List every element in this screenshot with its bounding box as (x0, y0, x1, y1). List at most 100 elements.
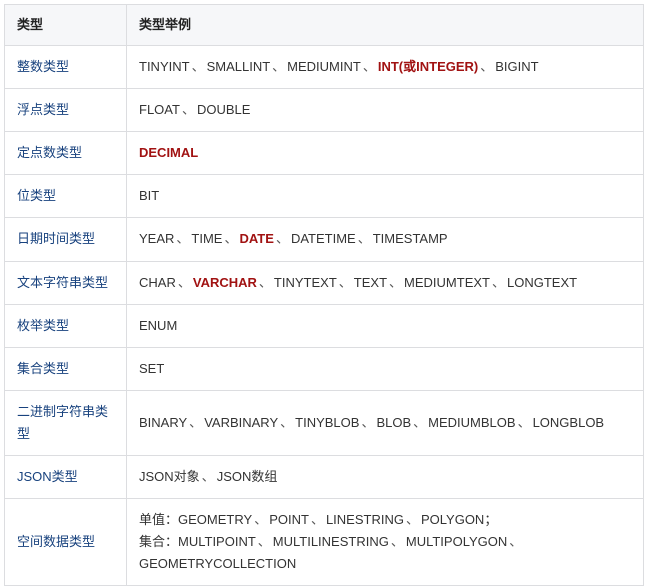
type-example: MEDIUMTEXT (404, 275, 490, 290)
separator: 、 (359, 415, 376, 430)
type-example: SMALLINT (207, 59, 271, 74)
type-example: MULTIPOINT (178, 534, 256, 549)
group-suffix: ； (484, 512, 497, 527)
type-name: 集合类型 (5, 347, 127, 390)
type-examples: YEAR、TIME、DATE、DATETIME、TIMESTAMP (127, 218, 644, 261)
type-name: 整数类型 (5, 46, 127, 89)
type-name: 定点数类型 (5, 132, 127, 175)
group-prefix: 单值： (139, 512, 178, 527)
table-header-row: 类型 类型举例 (5, 5, 644, 46)
type-example: LINESTRING (326, 512, 404, 527)
type-example: VARBINARY (204, 415, 278, 430)
type-example: JSON对象 (139, 469, 200, 484)
group-prefix: 集合： (139, 534, 178, 549)
type-name: 日期时间类型 (5, 218, 127, 261)
type-example: DOUBLE (197, 102, 250, 117)
type-example: MEDIUMBLOB (428, 415, 515, 430)
type-example: DECIMAL (139, 145, 198, 160)
separator: 、 (200, 469, 217, 484)
example-group: 集合：MULTIPOINT、MULTILINESTRING、MULTIPOLYG… (139, 531, 631, 575)
separator: 、 (176, 275, 193, 290)
type-example: ENUM (139, 318, 177, 333)
type-examples: TINYINT、SMALLINT、MEDIUMINT、INT(或INTEGER)… (127, 46, 644, 89)
type-example: SET (139, 361, 164, 376)
separator: 、 (174, 231, 191, 246)
header-examples: 类型举例 (127, 5, 644, 46)
type-example: DATETIME (291, 231, 356, 246)
separator: 、 (516, 415, 533, 430)
separator: 、 (257, 275, 274, 290)
type-example: YEAR (139, 231, 174, 246)
separator: 、 (361, 59, 378, 74)
type-example: TIME (191, 231, 222, 246)
type-example: MULTIPOLYGON (406, 534, 507, 549)
type-examples: JSON对象、JSON数组 (127, 456, 644, 499)
separator: 、 (252, 512, 269, 527)
separator: 、 (256, 534, 273, 549)
type-example: TINYINT (139, 59, 190, 74)
separator: 、 (356, 231, 373, 246)
table-row: JSON类型JSON对象、JSON数组 (5, 456, 644, 499)
type-example: INT(或INTEGER) (378, 59, 478, 74)
type-example: POINT (269, 512, 309, 527)
type-example: BINARY (139, 415, 187, 430)
type-name: 枚举类型 (5, 304, 127, 347)
separator: 、 (270, 59, 287, 74)
type-name: 二进制字符串类型 (5, 390, 127, 455)
separator: 、 (411, 415, 428, 430)
types-table: 类型 类型举例 整数类型TINYINT、SMALLINT、MEDIUMINT、I… (4, 4, 644, 586)
type-name: 浮点类型 (5, 89, 127, 132)
table-row: 文本字符串类型CHAR、VARCHAR、TINYTEXT、TEXT、MEDIUM… (5, 261, 644, 304)
example-group: 单值：GEOMETRY、POINT、LINESTRING、POLYGON； (139, 509, 631, 531)
type-example: BIGINT (495, 59, 538, 74)
type-example: TINYBLOB (295, 415, 359, 430)
type-example: CHAR (139, 275, 176, 290)
type-example: TINYTEXT (274, 275, 337, 290)
type-example: BLOB (376, 415, 411, 430)
separator: 、 (222, 231, 239, 246)
type-example: BIT (139, 188, 159, 203)
type-example: MULTILINESTRING (273, 534, 389, 549)
separator: 、 (490, 275, 507, 290)
type-example: GEOMETRYCOLLECTION (139, 556, 296, 571)
separator: 、 (337, 275, 354, 290)
type-name: 文本字符串类型 (5, 261, 127, 304)
table-row: 集合类型 SET (5, 347, 644, 390)
type-example: JSON数组 (217, 469, 278, 484)
type-examples: BIT (127, 175, 644, 218)
separator: 、 (309, 512, 326, 527)
table-row: 二进制字符串类型BINARY、VARBINARY、TINYBLOB、BLOB、M… (5, 390, 644, 455)
table-row: 空间数据类型单值：GEOMETRY、POINT、LINESTRING、POLYG… (5, 499, 644, 586)
separator: 、 (387, 275, 404, 290)
type-example: TEXT (354, 275, 387, 290)
table-row: 整数类型TINYINT、SMALLINT、MEDIUMINT、INT(或INTE… (5, 46, 644, 89)
type-example: TIMESTAMP (373, 231, 448, 246)
type-examples: SET (127, 347, 644, 390)
type-example: LONGTEXT (507, 275, 577, 290)
separator: 、 (404, 512, 421, 527)
table-row: 浮点类型FLOAT、DOUBLE (5, 89, 644, 132)
table-row: 定点数类型 DECIMAL (5, 132, 644, 175)
separator: 、 (389, 534, 406, 549)
separator: 、 (187, 415, 204, 430)
types-table-wrapper: 类型 类型举例 整数类型TINYINT、SMALLINT、MEDIUMINT、I… (0, 0, 648, 586)
separator: 、 (278, 415, 295, 430)
separator: 、 (478, 59, 495, 74)
type-example: POLYGON (421, 512, 484, 527)
type-examples: CHAR、VARCHAR、TINYTEXT、TEXT、MEDIUMTEXT、LO… (127, 261, 644, 304)
type-example: GEOMETRY (178, 512, 252, 527)
type-examples: 单值：GEOMETRY、POINT、LINESTRING、POLYGON；集合：… (127, 499, 644, 586)
type-name: 空间数据类型 (5, 499, 127, 586)
table-row: 位类型 BIT (5, 175, 644, 218)
type-name: 位类型 (5, 175, 127, 218)
table-row: 日期时间类型YEAR、TIME、DATE、DATETIME、TIMESTAMP (5, 218, 644, 261)
separator: 、 (180, 102, 197, 117)
header-type: 类型 (5, 5, 127, 46)
type-examples: ENUM (127, 304, 644, 347)
type-example: LONGBLOB (533, 415, 605, 430)
type-examples: FLOAT、DOUBLE (127, 89, 644, 132)
type-examples: DECIMAL (127, 132, 644, 175)
table-row: 枚举类型 ENUM (5, 304, 644, 347)
separator: 、 (507, 534, 524, 549)
type-example: FLOAT (139, 102, 180, 117)
